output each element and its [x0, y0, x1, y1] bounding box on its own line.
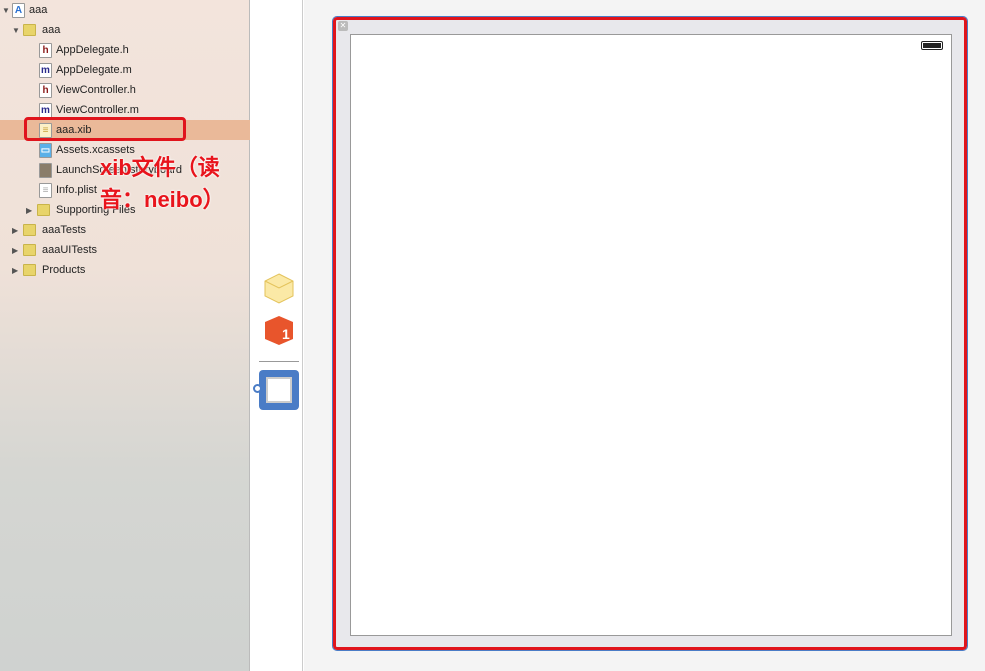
disclosure-open-icon[interactable]: ▼ [2, 6, 12, 15]
battery-icon [921, 41, 943, 50]
assets-icon: ▭ [39, 142, 52, 158]
navigator-item-label: AppDelegate.h [56, 44, 129, 56]
view-icon[interactable] [253, 370, 299, 410]
navigator-item-label: aaaTests [42, 224, 87, 236]
storyboard-icon [39, 162, 52, 178]
navigator-item[interactable]: m AppDelegate.m [0, 60, 250, 80]
disclosure-closed-icon[interactable]: ▶ [26, 206, 36, 215]
navigator-item-label: AppDelegate.m [56, 64, 132, 76]
navigator-item[interactable]: h AppDelegate.h [0, 40, 250, 60]
folder-icon [23, 223, 36, 238]
divider [259, 361, 299, 362]
header-file-icon: h [39, 82, 52, 98]
navigator-item-label: aaaUITests [42, 244, 98, 256]
navigator-item[interactable]: h ViewController.h [0, 80, 250, 100]
navigator-item-label: Products [42, 264, 86, 276]
header-file-icon: h [39, 42, 52, 58]
navigator-item[interactable]: ▶ Products [0, 260, 250, 280]
disclosure-open-icon[interactable]: ▼ [12, 26, 22, 35]
objc-file-icon: m [39, 62, 52, 78]
navigator-item-label: aaa [42, 24, 61, 36]
project-icon: A [12, 2, 25, 18]
highlight-box [24, 117, 186, 141]
objc-file-icon: m [39, 102, 52, 118]
navigator-item-label: Info.plist [56, 184, 97, 196]
navigator-item[interactable]: ▶ aaaUITests [0, 240, 250, 260]
document-outline-dock: 1 [251, 0, 303, 671]
navigator-item-label: ViewController.m [56, 104, 139, 116]
first-responder-icon[interactable]: 1 [263, 314, 295, 346]
plist-icon: ≡ [39, 182, 52, 198]
folder-icon [23, 263, 36, 278]
navigator-item-label: aaa [29, 4, 48, 16]
close-icon[interactable]: ✕ [338, 21, 348, 31]
navigator-item-label: ViewController.h [56, 84, 136, 96]
project-navigator: ▼ Aaaa ▼ aaa h AppDelegate.h m AppDelegate.m h Vi… [0, 0, 250, 671]
svg-text:1: 1 [282, 326, 290, 342]
navigator-item[interactable]: ▶ aaaTests [0, 220, 250, 240]
disclosure-closed-icon[interactable]: ▶ [12, 226, 22, 235]
folder-icon [37, 203, 50, 218]
xib-view[interactable]: ✕ [332, 16, 968, 651]
disclosure-closed-icon[interactable]: ▶ [12, 246, 22, 255]
disclosure-closed-icon[interactable]: ▶ [12, 266, 22, 275]
navigator-item[interactable]: ▼ Aaaa [0, 0, 250, 20]
navigator-item[interactable]: ▼ aaa [0, 20, 250, 40]
view-content[interactable] [350, 34, 952, 636]
files-owner-icon[interactable] [263, 272, 295, 304]
annotation-text: xib文件（读音：neibo） [100, 155, 225, 212]
folder-icon [23, 243, 36, 258]
folder-icon [23, 23, 36, 38]
